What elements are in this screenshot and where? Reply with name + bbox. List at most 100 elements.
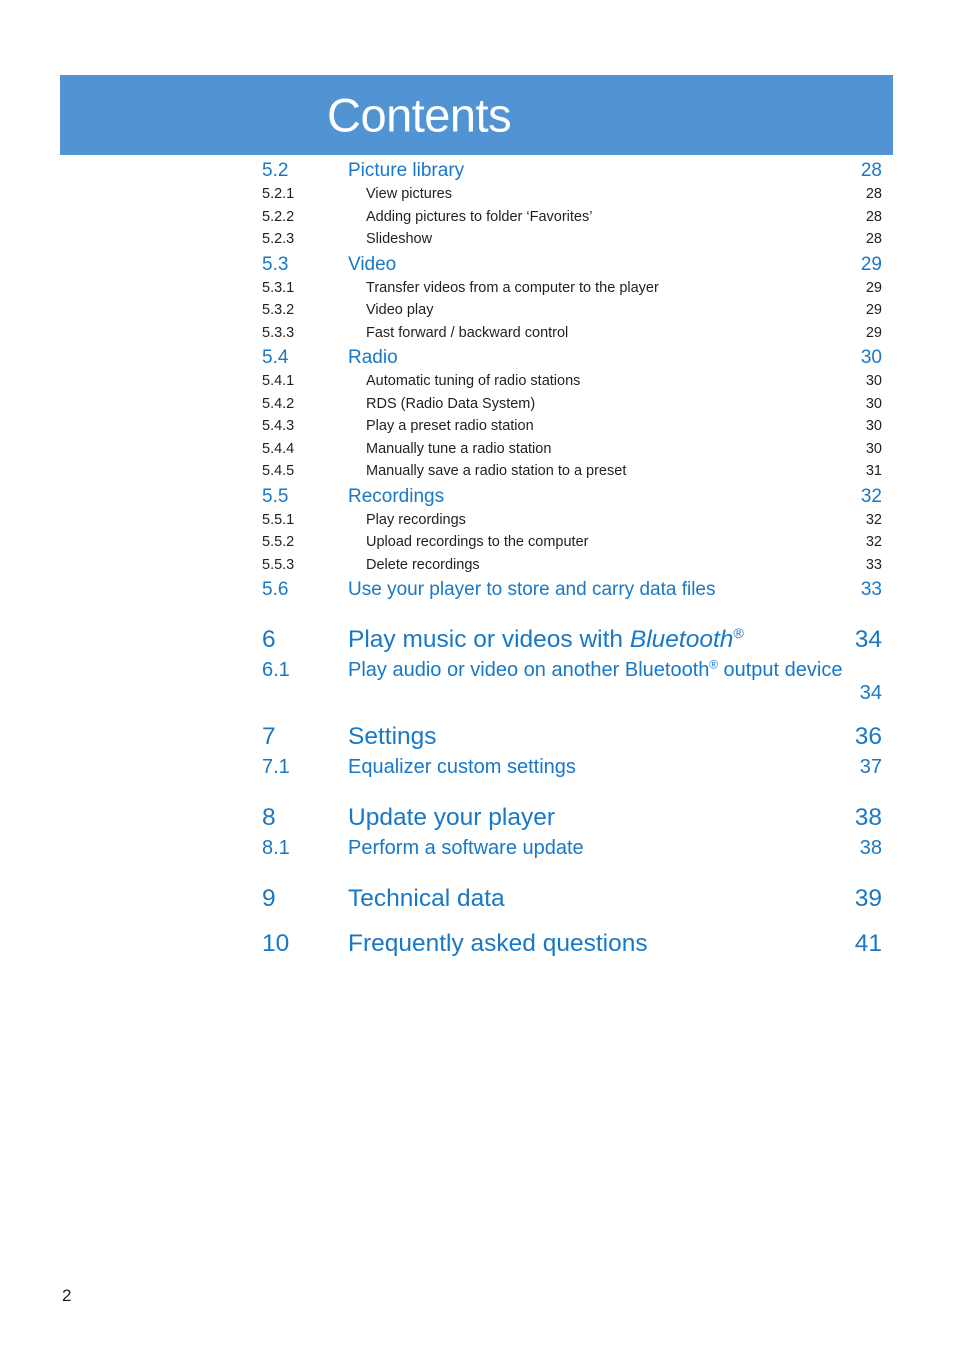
toc-number: 5.3 bbox=[262, 253, 289, 275]
toc-page-number: 28 bbox=[860, 160, 882, 181]
toc-title: Picture library bbox=[348, 160, 465, 181]
toc-entry-5-5-3[interactable]: 5.5.3 Delete recordings 33 bbox=[262, 557, 882, 580]
toc-number: 5.2.1 bbox=[262, 186, 295, 202]
toc-entry-5-3-3[interactable]: 5.3.3 Fast forward / backward control 29 bbox=[262, 325, 882, 348]
toc-page-number: 30 bbox=[865, 373, 882, 389]
toc-entry-10[interactable]: 10 Frequently asked questions 41 bbox=[262, 930, 882, 963]
registered-trademark-icon: ® bbox=[733, 625, 744, 642]
toc-title: Play audio or video on another Bluetooth… bbox=[348, 659, 882, 682]
toc-title: Radio bbox=[348, 347, 398, 368]
toc-group-spacer bbox=[262, 918, 882, 930]
toc-title: Transfer videos from a computer to the p… bbox=[366, 279, 659, 296]
toc-title: View pictures bbox=[366, 186, 452, 202]
toc-number: 5.3.1 bbox=[262, 279, 295, 296]
toc-page-number: 32 bbox=[865, 534, 882, 550]
contents-header-band: Contents bbox=[60, 75, 893, 155]
toc-page-number: 38 bbox=[859, 837, 882, 859]
toc-title-prefix: Play music or videos with bbox=[348, 626, 630, 653]
toc-entry-5-2-2[interactable]: 5.2.2 Adding pictures to folder ‘Favorit… bbox=[262, 209, 882, 232]
toc-page-number: 41 bbox=[854, 930, 882, 957]
toc-page-number: 34 bbox=[859, 682, 882, 704]
toc-number: 5.4.2 bbox=[262, 395, 295, 412]
toc-number: 8.1 bbox=[262, 837, 290, 859]
toc-page-number: 37 bbox=[859, 756, 882, 778]
toc-title: Video play bbox=[366, 302, 434, 318]
toc-page-number: 34 bbox=[854, 626, 882, 653]
toc-entry-5-2[interactable]: 5.2 Picture library 28 bbox=[262, 160, 882, 186]
toc-title: Settings bbox=[348, 723, 437, 750]
toc-page-number: 30 bbox=[860, 347, 882, 368]
toc-entry-6-1[interactable]: 6.1 Play audio or video on another Bluet… bbox=[262, 659, 882, 705]
toc-number: 5.2.3 bbox=[262, 231, 295, 247]
toc-title-suffix: output device bbox=[717, 659, 843, 681]
toc-number: 9 bbox=[262, 885, 276, 912]
toc-title: Slideshow bbox=[366, 231, 433, 247]
toc-entry-7[interactable]: 7 Settings 36 bbox=[262, 723, 882, 756]
toc-number: 5.5.3 bbox=[262, 556, 295, 573]
toc-entry-5-5[interactable]: 5.5 Recordings 32 bbox=[262, 486, 882, 512]
toc-title: Play a preset radio station bbox=[366, 418, 534, 434]
registered-trademark-icon: ® bbox=[709, 658, 718, 672]
toc-entry-5-4[interactable]: 5.4 Radio 30 bbox=[262, 347, 882, 373]
toc-title: Delete recordings bbox=[366, 556, 480, 573]
toc-page-number: 28 bbox=[865, 208, 882, 225]
toc-title: Automatic tuning of radio stations bbox=[366, 373, 581, 389]
toc-title-bluetooth: Bluetooth bbox=[629, 626, 734, 653]
toc-title: Use your player to store and carry data … bbox=[348, 579, 716, 600]
toc-number: 5.4.1 bbox=[262, 373, 295, 389]
toc-number: 6 bbox=[262, 626, 276, 653]
toc-page-number: 30 bbox=[865, 418, 882, 434]
toc-title: RDS (Radio Data System) bbox=[366, 395, 536, 412]
toc-entry-5-4-3[interactable]: 5.4.3 Play a preset radio station 30 bbox=[262, 418, 882, 441]
toc-page-number: 29 bbox=[860, 253, 882, 275]
toc-number: 5.6 bbox=[262, 579, 289, 600]
toc-title: Play music or videos with Bluetooth® bbox=[348, 626, 855, 654]
toc-title: Play recordings bbox=[366, 511, 466, 528]
toc-page-number: 32 bbox=[860, 485, 882, 507]
toc-title: Frequently asked questions bbox=[348, 930, 648, 957]
toc-page-number: 31 bbox=[865, 463, 882, 479]
toc-page-number: 38 bbox=[854, 804, 882, 831]
toc-page-number: 39 bbox=[854, 885, 882, 912]
toc-number: 7 bbox=[262, 723, 276, 750]
toc-entry-9[interactable]: 9 Technical data 39 bbox=[262, 885, 882, 918]
toc-entry-5-3-2[interactable]: 5.3.2 Video play 29 bbox=[262, 302, 882, 325]
toc-title: Adding pictures to folder ‘Favorites’ bbox=[366, 208, 593, 225]
toc-group-spacer bbox=[262, 705, 882, 723]
toc-entry-5-4-4[interactable]: 5.4.4 Manually tune a radio station 30 bbox=[262, 441, 882, 464]
toc-entry-8[interactable]: 8 Update your player 38 bbox=[262, 804, 882, 837]
toc-entry-6[interactable]: 6 Play music or videos with Bluetooth® 3… bbox=[262, 626, 882, 659]
toc-number: 5.3.3 bbox=[262, 324, 295, 341]
toc-title: Perform a software update bbox=[348, 837, 584, 859]
toc-number: 5.5 bbox=[262, 485, 289, 507]
toc-entry-5-2-3[interactable]: 5.2.3 Slideshow 28 bbox=[262, 231, 882, 254]
toc-entry-8-1[interactable]: 8.1 Perform a software update 38 bbox=[262, 837, 882, 867]
toc-page-number: 28 bbox=[865, 231, 882, 247]
toc-title-prefix: Play audio or video on another Bluetooth bbox=[348, 659, 710, 681]
toc-page-number: 29 bbox=[865, 302, 882, 318]
toc-group-spacer bbox=[262, 867, 882, 885]
toc-entry-5-6[interactable]: 5.6 Use your player to store and carry d… bbox=[262, 579, 882, 605]
toc-title: Upload recordings to the computer bbox=[366, 534, 589, 550]
toc-entry-5-2-1[interactable]: 5.2.1 View pictures 28 bbox=[262, 186, 882, 209]
toc-page-number: 32 bbox=[865, 511, 882, 528]
toc-entry-5-4-1[interactable]: 5.4.1 Automatic tuning of radio stations… bbox=[262, 373, 882, 396]
toc-entry-5-4-2[interactable]: 5.4.2 RDS (Radio Data System) 30 bbox=[262, 396, 882, 419]
toc-number: 5.4.3 bbox=[262, 418, 295, 434]
toc-page-number: 30 bbox=[865, 440, 882, 457]
toc-page-number: 33 bbox=[860, 579, 882, 600]
toc-number: 5.4 bbox=[262, 347, 289, 368]
toc-page-number: 33 bbox=[865, 556, 882, 573]
toc-entry-5-5-2[interactable]: 5.5.2 Upload recordings to the computer … bbox=[262, 534, 882, 557]
toc-entry-7-1[interactable]: 7.1 Equalizer custom settings 37 bbox=[262, 756, 882, 786]
toc-number: 5.2.2 bbox=[262, 208, 295, 225]
toc-entry-5-4-5[interactable]: 5.4.5 Manually save a radio station to a… bbox=[262, 463, 882, 486]
toc-group-spacer bbox=[262, 605, 882, 626]
toc-group-spacer bbox=[262, 786, 882, 804]
toc-number: 5.5.1 bbox=[262, 511, 295, 528]
toc-entry-5-3-1[interactable]: 5.3.1 Transfer videos from a computer to… bbox=[262, 280, 882, 303]
toc-title: Update your player bbox=[348, 804, 556, 831]
toc-entry-5-5-1[interactable]: 5.5.1 Play recordings 32 bbox=[262, 512, 882, 535]
toc-entry-5-3[interactable]: 5.3 Video 29 bbox=[262, 254, 882, 280]
footer-page-number: 2 bbox=[62, 1286, 72, 1305]
